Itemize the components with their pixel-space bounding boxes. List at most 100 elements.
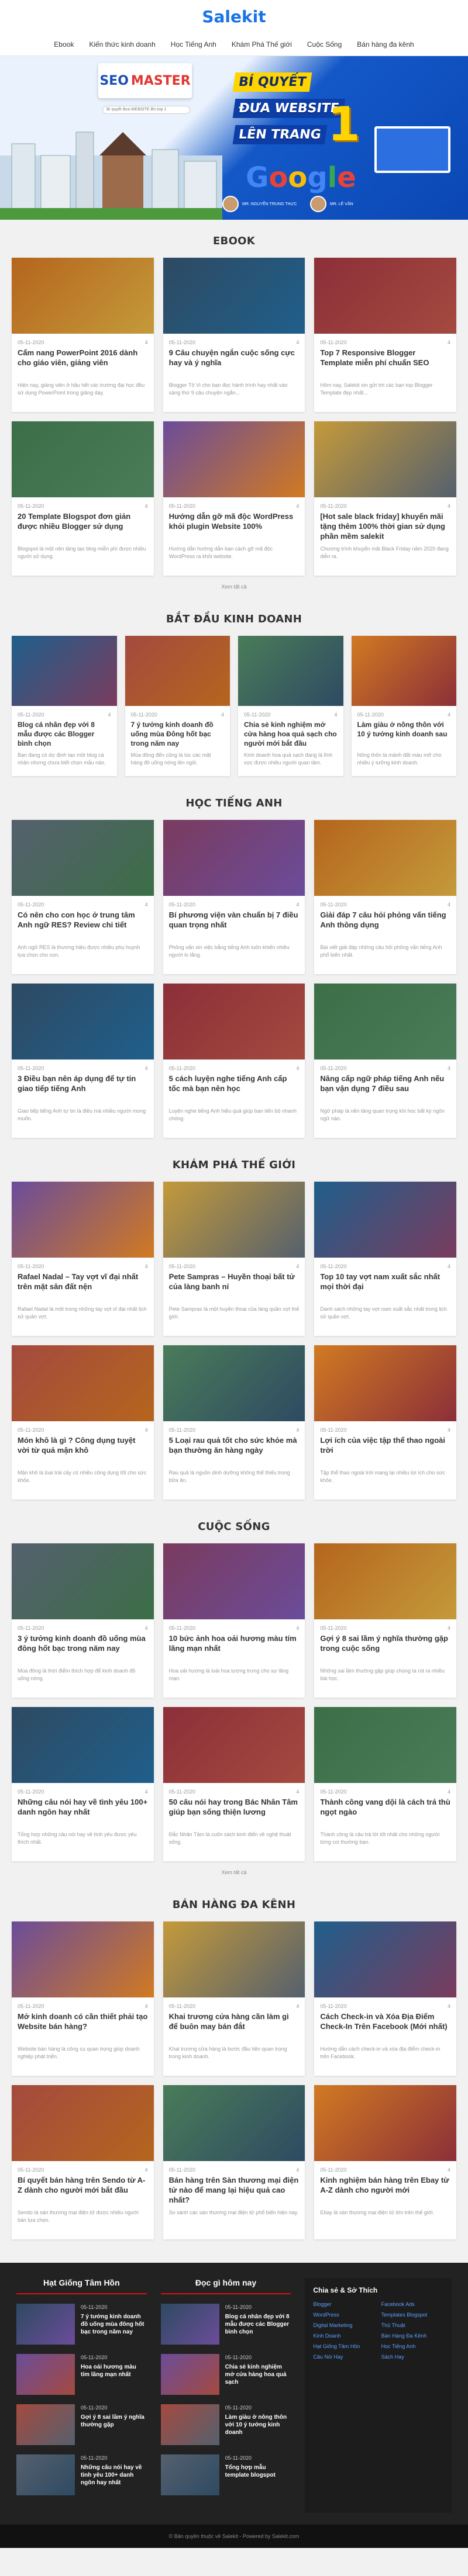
footer-post-item[interactable]: 05-11-2020 Những câu nói hay về tình yêu … [16, 2454, 147, 2495]
post-title[interactable]: 20 Template Blogspot đơn giản được nhiều… [12, 511, 154, 542]
post-thumbnail[interactable] [12, 1543, 154, 1619]
nav-hoc-tieng-anh[interactable]: Học Tiếng Anh [171, 33, 216, 56]
nav-kham-pha-the-gioi[interactable]: Khám Phá Thế giới [232, 33, 292, 56]
post-card[interactable]: 05-11-2020 4 20 Template Blogspot đơn giản… [12, 421, 154, 576]
footer-tag-link[interactable]: Templates Blogspot [381, 2312, 443, 2318]
post-thumbnail[interactable] [163, 1345, 305, 1421]
post-title[interactable]: Hướng dẫn gỡ mã độc WordPress khỏi plugi… [163, 511, 305, 542]
footer-post-thumbnail[interactable] [16, 2304, 75, 2345]
footer-tag-link[interactable]: Digital Marketing [313, 2322, 375, 2328]
post-title[interactable]: 3 Điều bạn nên áp dụng để tự tin giao ti… [12, 1074, 154, 1104]
post-card[interactable]: 05-11-2020 4 [Hot sale black friday] khuyế… [314, 421, 456, 576]
post-card[interactable]: 05-11-2020 4 Kinh nghiệm bán hàng trên Eba… [314, 2085, 456, 2239]
post-title[interactable]: Bí phương viện vàn chuẩn bị 7 điều quan … [163, 910, 305, 940]
footer-post-item[interactable]: 05-11-2020 Chia sẻ kinh nghiệm mở cửa hàn… [160, 2354, 291, 2395]
post-title[interactable]: Có nên cho con học ở trung tâm Anh ngữ R… [12, 910, 154, 940]
footer-tag-link[interactable]: WordPress [313, 2312, 375, 2318]
footer-post-thumbnail[interactable] [16, 2454, 75, 2495]
post-title[interactable]: Gợi ý 8 sai lầm ý nghĩa thường gặp trong… [314, 1633, 456, 1664]
post-card[interactable]: 05-11-2020 4 Chia sẻ kinh nghiệm mở cửa hà… [238, 636, 343, 776]
post-title[interactable]: Lợi ích của việc tập thể thao ngoài trời [314, 1435, 456, 1466]
post-title[interactable]: Nâng cấp ngữ pháp tiếng Anh nếu bạn vận … [314, 1074, 456, 1104]
post-title[interactable]: Pete Sampras – Huyền thoại bất tử của là… [163, 1272, 305, 1302]
post-title[interactable]: 9 Câu chuyện ngắn cuộc sống cực hay và ý… [163, 348, 305, 378]
post-title[interactable]: Cẩm nang PowerPoint 2016 dành cho giáo v… [12, 348, 154, 378]
footer-tag-link[interactable]: Kinh Doanh [313, 2333, 375, 2339]
footer-tag-link[interactable]: Sách Hay [381, 2354, 443, 2360]
footer-post-title[interactable]: Làm giàu ở nông thôn với 10 ý tưởng kinh… [225, 2414, 291, 2436]
post-thumbnail[interactable] [12, 1182, 154, 1258]
post-title[interactable]: Rafael Nadal – Tay vợt vĩ đại nhất trên … [12, 1272, 154, 1302]
post-title[interactable]: 5 cách luyện nghe tiếng Anh cấp tốc mà b… [163, 1074, 305, 1104]
view-all-link[interactable]: Xem tất cả [12, 1861, 456, 1878]
post-thumbnail[interactable] [12, 1921, 154, 1997]
post-thumbnail[interactable] [163, 421, 305, 497]
post-title[interactable]: Bí quyết bán hàng trên Sendo từ A-Z dành… [12, 2175, 154, 2205]
post-thumbnail[interactable] [314, 1182, 456, 1258]
post-title[interactable]: Giải đáp 7 câu hỏi phỏng vấn tiếng Anh t… [314, 910, 456, 940]
post-title[interactable]: Những câu nói hay về tình yêu 100+ danh … [12, 1797, 154, 1827]
post-card[interactable]: 05-11-2020 4 7 ý tưởng kinh doanh đồ uống … [125, 636, 230, 776]
post-thumbnail[interactable] [314, 820, 456, 896]
post-thumbnail[interactable] [12, 636, 117, 706]
footer-tag-link[interactable]: Học Tiếng Anh [381, 2343, 443, 2349]
post-card[interactable]: 05-11-2020 4 Blog cá nhân đẹp với 8 mẫu đư… [12, 636, 117, 776]
post-thumbnail[interactable] [163, 984, 305, 1060]
nav-cuoc-song[interactable]: Cuộc Sống [307, 33, 342, 56]
post-thumbnail[interactable] [314, 1345, 456, 1421]
post-thumbnail[interactable] [12, 2085, 154, 2161]
post-card[interactable]: 05-11-2020 4 Thành công vang dội là cách t… [314, 1707, 456, 1861]
post-card[interactable]: 05-11-2020 4 Top 7 Responsive Blogger Temp… [314, 258, 456, 412]
post-thumbnail[interactable] [314, 2085, 456, 2161]
footer-tag-link[interactable]: Hạt Giống Tâm Hồn [313, 2343, 375, 2349]
post-card[interactable]: 05-11-2020 4 5 Loại rau quả tốt cho sức kh… [163, 1345, 305, 1500]
post-title[interactable]: 3 ý tưởng kinh doanh đồ uống mùa đông hố… [12, 1633, 154, 1664]
post-thumbnail[interactable] [314, 421, 456, 497]
post-thumbnail[interactable] [314, 258, 456, 334]
footer-post-thumbnail[interactable] [16, 2354, 75, 2395]
footer-post-thumbnail[interactable] [160, 2404, 219, 2445]
post-card[interactable]: 05-11-2020 4 3 ý tưởng kinh doanh đồ uống … [12, 1543, 154, 1698]
post-card[interactable]: 05-11-2020 4 Giải đáp 7 câu hỏi phỏng vấn … [314, 820, 456, 974]
post-thumbnail[interactable] [314, 1543, 456, 1619]
footer-post-title[interactable]: Blog cá nhân đẹp với 8 mẫu được các Blog… [225, 2313, 291, 2336]
post-thumbnail[interactable] [125, 636, 230, 706]
post-thumbnail[interactable] [314, 1707, 456, 1783]
post-title[interactable]: Khai trương cửa hàng cần làm gì để buôn … [163, 2011, 305, 2042]
footer-tag-link[interactable]: Bán Hàng Đa Kênh [381, 2333, 443, 2339]
footer-post-thumbnail[interactable] [160, 2304, 219, 2345]
post-title[interactable]: Chia sẻ kinh nghiệm mở cửa hàng hoa quả … [238, 720, 343, 748]
post-thumbnail[interactable] [163, 1543, 305, 1619]
post-title[interactable]: Món khô là gì ? Công dụng tuyệt vời từ q… [12, 1435, 154, 1466]
post-card[interactable]: 05-11-2020 4 Pete Sampras – Huyền thoại bấ… [163, 1182, 305, 1336]
post-card[interactable]: 05-11-2020 4 10 bức ảnh hoa oải hương màu … [163, 1543, 305, 1698]
post-card[interactable]: 05-11-2020 4 Cách Check-in và Xóa Địa Điểm… [314, 1921, 456, 2076]
site-logo[interactable]: Salekit [0, 0, 468, 33]
post-card[interactable]: 05-11-2020 4 Bí phương viện vàn chuẩn bị 7… [163, 820, 305, 974]
post-card[interactable]: 05-11-2020 4 Món khô là gì ? Công dụng tuy… [12, 1345, 154, 1500]
post-thumbnail[interactable] [163, 1707, 305, 1783]
post-card[interactable]: 05-11-2020 4 Rafael Nadal – Tay vợt vĩ đại… [12, 1182, 154, 1336]
post-title[interactable]: [Hot sale black friday] khuyến mãi tặng … [314, 511, 456, 542]
post-card[interactable]: 05-11-2020 4 Mở kinh doanh có cần thiết ph… [12, 1921, 154, 2076]
post-title[interactable]: Blog cá nhân đẹp với 8 mẫu được các Blog… [12, 720, 117, 748]
post-thumbnail[interactable] [163, 1182, 305, 1258]
footer-post-title[interactable]: 7 ý tưởng kinh doanh đồ uống mùa đông hố… [81, 2313, 147, 2336]
post-title[interactable]: Top 10 tay vợt nam xuất sắc nhất mọi thờ… [314, 1272, 456, 1302]
post-card[interactable]: 05-11-2020 4 Bí quyết bán hàng trên Sendo … [12, 2085, 154, 2239]
footer-post-item[interactable]: 05-11-2020 Làm giàu ở nông thôn với 10 ý … [160, 2404, 291, 2445]
footer-post-item[interactable]: 05-11-2020 Hoa oải hương màu tím lãng mạn… [16, 2354, 147, 2395]
post-card[interactable]: 05-11-2020 4 3 Điều bạn nên áp dụng để tự … [12, 984, 154, 1138]
footer-post-item[interactable]: 05-11-2020 Blog cá nhân đẹp với 8 mẫu đượ… [160, 2304, 291, 2345]
footer-post-item[interactable]: 05-11-2020 Gợi ý 8 sai lầm ý nghĩa thường… [16, 2404, 147, 2445]
post-thumbnail[interactable] [314, 1921, 456, 1997]
post-title[interactable]: 7 ý tưởng kinh doanh đồ uống mùa Đông hố… [125, 720, 230, 748]
post-thumbnail[interactable] [163, 820, 305, 896]
nav-ban-hang-da-kenh[interactable]: Bán hàng đa kênh [357, 33, 414, 56]
post-title[interactable]: Thành công vang dội là cách trả thù ngọt… [314, 1797, 456, 1827]
post-card[interactable]: 05-11-2020 4 Có nên cho con học ở trung tâ… [12, 820, 154, 974]
post-title[interactable]: 5 Loại rau quả tốt cho sức khỏe mà bạn t… [163, 1435, 305, 1466]
nav-ebook[interactable]: Ebook [54, 33, 74, 56]
hero-banner[interactable]: SEO MASTER Bí quyết đưa WEBSITE lên top 1… [0, 56, 468, 220]
post-thumbnail[interactable] [238, 636, 343, 706]
